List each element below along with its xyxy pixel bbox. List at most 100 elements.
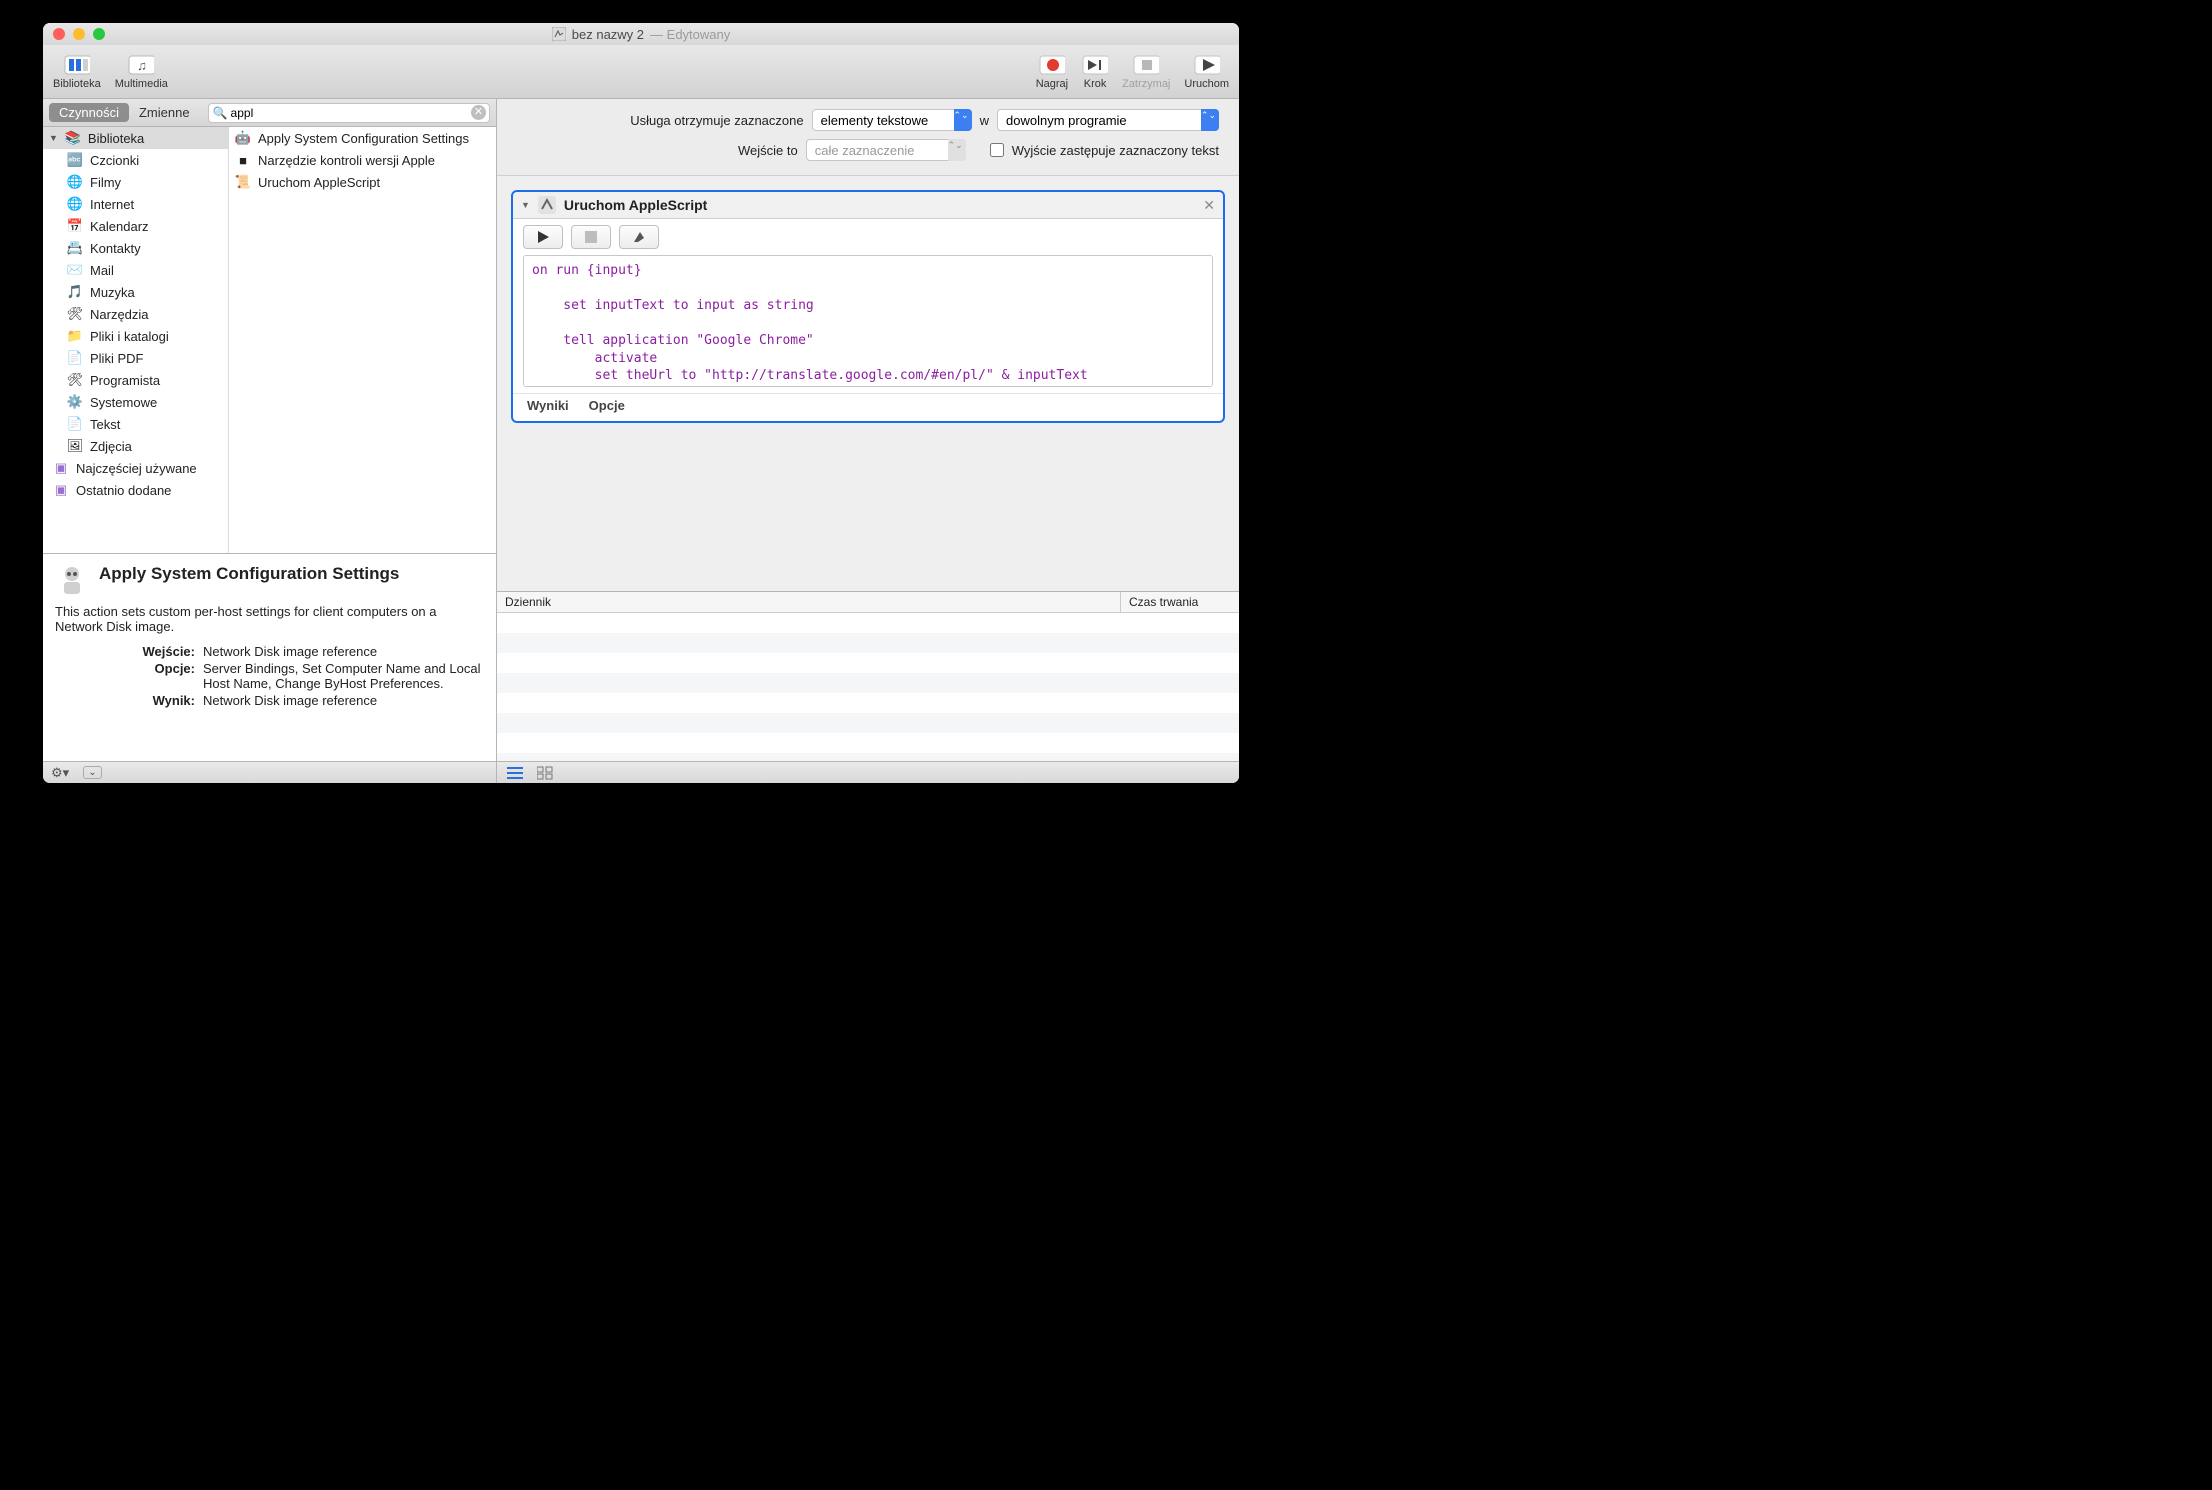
desc-key: Wynik:: [55, 693, 195, 708]
action-footer-options[interactable]: Opcje: [589, 398, 625, 413]
category-icon: 📇: [67, 240, 83, 256]
workflow-config: Usługa otrzymuje zaznaczone elementy tek…: [497, 99, 1239, 176]
category-icon: 🛠: [67, 306, 83, 322]
action-icon: ■: [235, 152, 251, 168]
applescript-icon: [538, 196, 556, 214]
category-icon: 🔤: [67, 152, 83, 168]
library-icon: 📚: [65, 130, 81, 146]
log-header-duration[interactable]: Czas trwania: [1121, 592, 1239, 612]
category-item[interactable]: 📇Kontakty: [43, 237, 228, 259]
desc-value: Network Disk image reference: [203, 644, 484, 659]
category-icon: 🎵: [67, 284, 83, 300]
action-result-item[interactable]: 📜Uruchom AppleScript: [229, 171, 496, 193]
category-icon: ⚙️: [67, 394, 83, 410]
log-header-journal[interactable]: Dziennik: [497, 592, 1121, 612]
search-icon: 🔍: [213, 106, 228, 120]
action-result-item[interactable]: 🤖Apply System Configuration Settings: [229, 127, 496, 149]
select-app[interactable]: dowolnym programie: [997, 109, 1219, 131]
tab-actions[interactable]: Czynności: [49, 103, 129, 122]
smart-folder-icon: ▣: [53, 460, 69, 476]
action-icon: 🤖: [235, 130, 251, 146]
smart-folder-icon: ▣: [53, 482, 69, 498]
action-compile-icon[interactable]: [619, 225, 659, 249]
smart-folder-item[interactable]: ▣Najczęściej używane: [43, 457, 228, 479]
toolbar: Biblioteka ♫ Multimedia Nagraj Krok Zatr…: [43, 45, 1239, 99]
applescript-editor[interactable]: on run {input} set inputText to input as…: [523, 255, 1213, 387]
category-icon: 📄: [67, 350, 83, 366]
action-list[interactable]: 🤖Apply System Configuration Settings■Nar…: [229, 127, 496, 553]
step-button[interactable]: Krok: [1082, 54, 1108, 90]
category-item[interactable]: 🌐Internet: [43, 193, 228, 215]
right-pane: Usługa otrzymuje zaznaczone elementy tek…: [497, 99, 1239, 783]
action-run-applescript: ▼ Uruchom AppleScript ✕ on run {input} s…: [511, 190, 1225, 423]
category-icon: 🌐: [67, 196, 83, 212]
run-button[interactable]: Uruchom: [1184, 54, 1229, 90]
search-input[interactable]: [208, 103, 490, 123]
category-list[interactable]: ▼📚Biblioteka 🔤Czcionki🌐Filmy🌐Internet📅Ka…: [43, 127, 229, 553]
action-description: Apply System Configuration Settings This…: [43, 553, 496, 761]
category-item[interactable]: 📄Tekst: [43, 413, 228, 435]
category-item[interactable]: 📁Pliki i katalogi: [43, 325, 228, 347]
log-view-list-icon[interactable]: [507, 766, 523, 780]
workflow-area[interactable]: ▼ Uruchom AppleScript ✕ on run {input} s…: [497, 176, 1239, 591]
titlebar[interactable]: bez nazwy 2 — Edytowany: [43, 23, 1239, 45]
left-pane: Czynności Zmienne 🔍 ✕ ▼📚Biblioteka 🔤Czci…: [43, 99, 497, 783]
close-icon[interactable]: [53, 28, 65, 40]
desc-key: Opcje:: [55, 661, 195, 691]
select-input-scope[interactable]: całe zaznaczenie: [806, 139, 966, 161]
app-window: bez nazwy 2 — Edytowany Biblioteka ♫ Mul…: [43, 23, 1239, 783]
desc-value: Server Bindings, Set Computer Name and L…: [203, 661, 484, 691]
category-icon: 📄: [67, 416, 83, 432]
stop-button: Zatrzymaj: [1122, 54, 1170, 90]
category-item[interactable]: 📄Pliki PDF: [43, 347, 228, 369]
automator-robot-icon: [55, 564, 89, 598]
media-button[interactable]: ♫ Multimedia: [115, 54, 168, 90]
desc-value: Network Disk image reference: [203, 693, 484, 708]
category-item[interactable]: 🔤Czcionki: [43, 149, 228, 171]
disclosure-icon[interactable]: ▼: [521, 200, 530, 210]
category-item[interactable]: 🎵Muzyka: [43, 281, 228, 303]
checkbox-output-replaces[interactable]: [990, 143, 1004, 157]
category-icon: 🛠: [67, 372, 83, 388]
category-icon: 📅: [67, 218, 83, 234]
log-panel: Dziennik Czas trwania: [497, 591, 1239, 783]
remove-action-icon[interactable]: ✕: [1203, 197, 1215, 214]
category-item[interactable]: 🛠Programista: [43, 369, 228, 391]
log-rows: [497, 613, 1239, 761]
category-item[interactable]: 📅Kalendarz: [43, 215, 228, 237]
label-output-replaces: Wyjście zastępuje zaznaczony tekst: [1012, 143, 1219, 158]
action-run-icon[interactable]: [523, 225, 563, 249]
category-item[interactable]: ⚙️Systemowe: [43, 391, 228, 413]
svg-text:♫: ♫: [137, 58, 147, 73]
action-title: Uruchom AppleScript: [564, 197, 707, 213]
window-title-suffix: — Edytowany: [650, 27, 730, 42]
tab-variables[interactable]: Zmienne: [129, 103, 200, 122]
automator-doc-icon: [552, 27, 566, 41]
category-item[interactable]: 🌐Filmy: [43, 171, 228, 193]
library-root[interactable]: ▼📚Biblioteka: [43, 127, 228, 149]
category-item[interactable]: 🛠Narzędzia: [43, 303, 228, 325]
left-statusbar: ⚙︎▾ ⌄: [43, 761, 496, 783]
category-item[interactable]: ✉️Mail: [43, 259, 228, 281]
smart-folder-item[interactable]: ▣Ostatnio dodane: [43, 479, 228, 501]
maximize-icon[interactable]: [93, 28, 105, 40]
category-icon: 🖼: [67, 438, 83, 454]
desc-body: This action sets custom per-host setting…: [55, 604, 484, 634]
label-in: w: [980, 113, 989, 128]
action-footer-results[interactable]: Wyniki: [527, 398, 569, 413]
collapse-icon[interactable]: ⌄: [83, 766, 101, 779]
record-button[interactable]: Nagraj: [1036, 54, 1068, 90]
log-view-grid-icon[interactable]: [537, 766, 553, 780]
gear-icon[interactable]: ⚙︎▾: [51, 765, 69, 781]
action-result-item[interactable]: ■Narzędzie kontroli wersji Apple: [229, 149, 496, 171]
action-stop-icon: [571, 225, 611, 249]
desc-title: Apply System Configuration Settings: [99, 564, 399, 584]
library-button[interactable]: Biblioteka: [53, 54, 101, 90]
desc-key: Wejście:: [55, 644, 195, 659]
category-item[interactable]: 🖼Zdjęcia: [43, 435, 228, 457]
clear-search-icon[interactable]: ✕: [471, 105, 486, 120]
minimize-icon[interactable]: [73, 28, 85, 40]
select-input-type[interactable]: elementy tekstowe: [812, 109, 972, 131]
action-icon: 📜: [235, 174, 251, 190]
label-receives: Usługa otrzymuje zaznaczone: [630, 113, 803, 128]
